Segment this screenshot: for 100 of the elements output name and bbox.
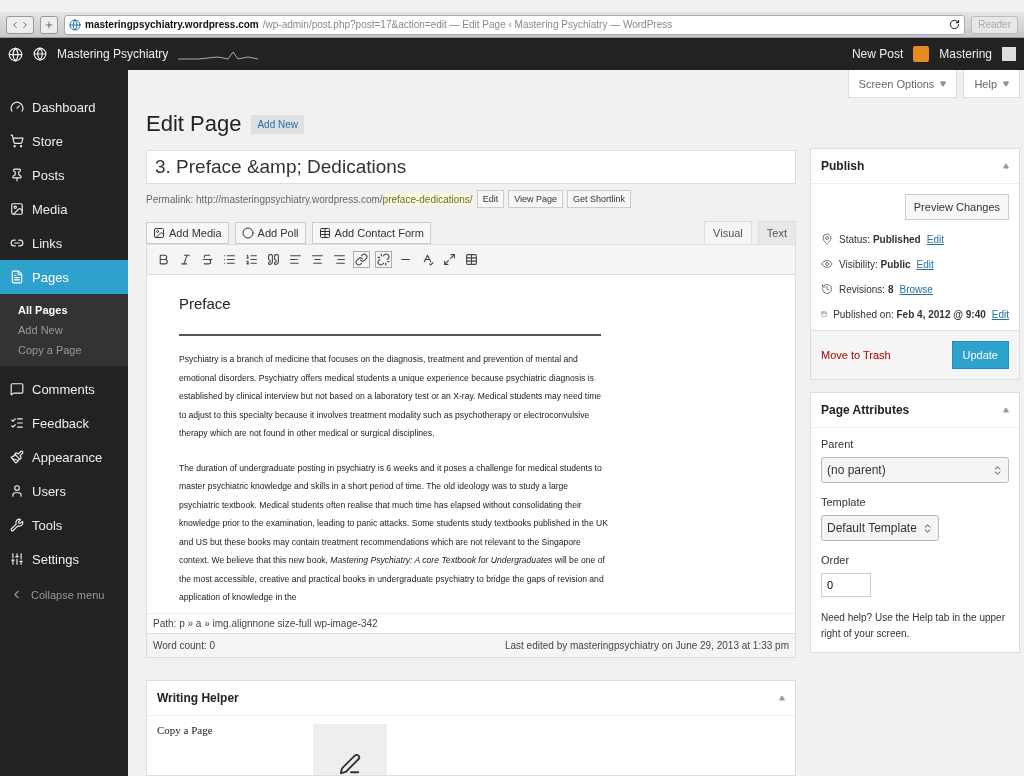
forward-icon bbox=[20, 19, 30, 30]
publish-info: Revisions: 8 bbox=[839, 283, 894, 295]
field-label: Order bbox=[821, 554, 851, 566]
sliders-icon bbox=[10, 552, 24, 566]
cart-icon bbox=[10, 134, 24, 148]
caret-icon bbox=[940, 80, 947, 87]
sidebar-item[interactable]: Links bbox=[0, 226, 128, 260]
kitchen-sink-icon[interactable] bbox=[463, 251, 480, 268]
box-title: Page Attributes bbox=[821, 403, 910, 417]
submenu-item[interactable]: All Pages bbox=[0, 300, 128, 320]
user-name[interactable]: Mastering bbox=[939, 47, 992, 61]
eye-icon bbox=[821, 258, 833, 270]
field-label: Parent bbox=[821, 438, 855, 450]
updown-arrows-icon bbox=[922, 522, 933, 534]
publish-info: Visibility: Public bbox=[839, 258, 911, 270]
updown-arrows-icon bbox=[992, 464, 1003, 476]
publish-info: Status: Published bbox=[839, 233, 921, 245]
gauge-icon bbox=[10, 100, 24, 114]
order-field[interactable]: 0 bbox=[821, 573, 871, 597]
publish-info: Published on: Feb 4, 2012 @ 9:40 bbox=[833, 308, 986, 320]
helper-item: Copy a Page bbox=[157, 724, 213, 738]
media-button[interactable]: Add Contact Form bbox=[311, 222, 431, 244]
reload-icon[interactable] bbox=[949, 19, 961, 30]
unlink-icon[interactable] bbox=[375, 251, 392, 268]
sidebar-item[interactable]: Appearance bbox=[0, 440, 128, 474]
permalink-text: Permalink: http://masteringpsychiatry.wordpress.com/preface-dedications/ bbox=[146, 193, 473, 205]
edit-link[interactable]: Edit bbox=[916, 258, 934, 270]
globe-icon bbox=[69, 18, 81, 31]
new-post-link[interactable]: New Post bbox=[851, 47, 904, 61]
media-button[interactable]: Add Media bbox=[146, 222, 229, 244]
address-field[interactable]: masteringpsychiatry.wordpress.com /wp-admin/post.php?post=17&action=edit — Edit Page ‹ Mastering Psychiatry — WordPress bbox=[64, 14, 966, 35]
pin-icon bbox=[10, 168, 24, 182]
parent-select[interactable]: (no parent) bbox=[821, 457, 1009, 483]
quote-icon[interactable] bbox=[265, 251, 282, 268]
media-button[interactable]: Add Poll bbox=[234, 222, 306, 244]
history-icon bbox=[821, 283, 833, 295]
link-icon[interactable] bbox=[353, 251, 370, 268]
globe-icon bbox=[33, 47, 47, 61]
sidebar-item[interactable]: Comments bbox=[0, 372, 128, 406]
sidebar-item[interactable]: Feedback bbox=[0, 406, 128, 440]
content-paragraph: Psychiatry is a branch of medicine that focuses on the diagnosis, treatment and prevention of mental and emotional disorders. Psychiatry offers medical students a unique experience because psychiatric diagnosis is established by clinical interview but not based on a laboratory test or an X-ray. Medical students may need time to adjust to this specialty because it involves treatment modality such as psychotherapy or electroconvulsive therapy which are not found in other medical or surgical disciplines. bbox=[179, 353, 603, 440]
notification-icon[interactable] bbox=[913, 46, 930, 62]
circle-icon bbox=[241, 227, 254, 239]
screen-meta-tab[interactable]: Help bbox=[963, 70, 1020, 98]
url-domain: masteringpsychiatry.wordpress.com bbox=[85, 19, 259, 30]
edit-link[interactable]: Edit bbox=[926, 233, 944, 245]
word-count: Word count: 0 bbox=[153, 640, 216, 651]
page-icon bbox=[10, 270, 24, 284]
permalink-button[interactable]: Edit bbox=[476, 190, 505, 208]
caret-icon bbox=[1003, 80, 1009, 87]
permalink-button[interactable]: View Page bbox=[508, 190, 564, 208]
avatar-icon bbox=[1002, 47, 1016, 61]
fullscreen-icon[interactable] bbox=[441, 251, 458, 268]
link-icon bbox=[10, 236, 24, 250]
list-icon bbox=[10, 416, 24, 430]
content-heading: Preface bbox=[179, 295, 232, 312]
editor-tab[interactable]: Visual bbox=[704, 221, 752, 244]
collapse-arrow-icon[interactable] bbox=[1003, 407, 1009, 413]
edit-link[interactable]: Browse bbox=[899, 283, 933, 295]
collapse-arrow-icon[interactable] bbox=[1003, 163, 1009, 169]
edit-link[interactable]: Edit bbox=[991, 308, 1009, 320]
page-title: Edit Page bbox=[146, 111, 242, 137]
last-edited-text: Last edited by masteringpsychiatry on June 29, 2013 at 1:33 pm bbox=[504, 640, 789, 651]
collapse-arrow-icon[interactable] bbox=[779, 695, 785, 701]
speech-bubble-icon bbox=[10, 382, 24, 396]
calendar-icon bbox=[821, 308, 828, 320]
back-icon bbox=[10, 19, 20, 30]
sidebar-item[interactable]: Posts bbox=[0, 158, 128, 192]
person-icon bbox=[10, 484, 24, 498]
editor-tab[interactable]: Text bbox=[757, 221, 796, 244]
wrench-icon bbox=[10, 518, 24, 532]
form-icon bbox=[318, 227, 331, 239]
collapse-menu-link[interactable]: Collapse menu bbox=[0, 576, 128, 613]
help-text: Need help? Use the Help tab in the upper right of your screen. bbox=[821, 611, 1006, 641]
screen-meta-tab[interactable]: Screen Options bbox=[847, 70, 958, 98]
submenu-item[interactable]: Add New bbox=[0, 320, 128, 340]
permalink-button[interactable]: Get Shortlink bbox=[567, 190, 632, 208]
add-new-button[interactable]: Add New bbox=[251, 114, 304, 134]
pin-icon bbox=[821, 233, 833, 245]
image-icon bbox=[153, 227, 165, 239]
preview-changes-button[interactable]: Preview Changes bbox=[904, 194, 1009, 220]
template-select[interactable]: Default Template bbox=[821, 515, 939, 541]
title-field[interactable]: 3. Preface &amp; Dedications bbox=[146, 150, 796, 184]
sidebar-item[interactable]: Dashboard bbox=[0, 90, 128, 124]
image-icon bbox=[10, 202, 24, 216]
sidebar-item[interactable]: Media bbox=[0, 192, 128, 226]
field-label: Template bbox=[821, 496, 867, 508]
brush-icon bbox=[10, 450, 24, 464]
plus-icon bbox=[44, 19, 54, 30]
url-path: /wp-admin/post.php?post=17&action=edit — Edit Page ‹ Mastering Psychiatry — WordPress bbox=[262, 19, 673, 30]
sidebar-item[interactable]: Settings bbox=[0, 542, 128, 576]
box-title: Writing Helper bbox=[157, 691, 239, 705]
sidebar-item[interactable]: Tools bbox=[0, 508, 128, 542]
sidebar-item[interactable]: Store bbox=[0, 124, 128, 158]
content-paragraph: The duration of undergraduate posting in psychiatry is 6 weeks and it poses a challenge for medical students to master psychiatric knowledge and skills in a short period of time. The old ideology was to study a large psychiatric textbook. Medical students often realise that much time has elapsed without consolidating their knowledge prior to the examination, leading to panic attacks. Some students study textbooks published in the UK and US but these books may contain treatment recommendations which are not relevant to the Singapore context. We believe that this new book, Mastering Psychiatry: A core Textbook for Undergraduates will be one of the most accessible, creative and practical books in undergraduate psychiatry to bridge the gaps of revision and application of knowledge in the bbox=[179, 461, 609, 604]
box-title: Publish bbox=[821, 159, 865, 173]
site-name[interactable]: Mastering Psychiatry bbox=[57, 47, 169, 61]
move-to-trash-link[interactable]: Move to Trash bbox=[821, 349, 891, 361]
sidebar-item[interactable]: Users bbox=[0, 474, 128, 508]
submenu-item[interactable]: Copy a Page bbox=[0, 340, 128, 360]
